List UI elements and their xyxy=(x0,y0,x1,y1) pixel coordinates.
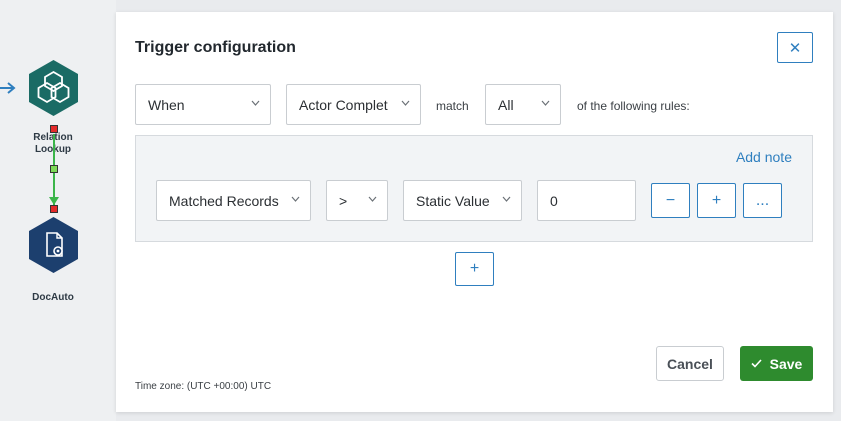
save-button-label: Save xyxy=(769,355,803,372)
when-select-value: When xyxy=(148,96,185,113)
rule-operator-value: > xyxy=(339,192,348,209)
when-select[interactable]: When xyxy=(135,84,271,125)
rule-field-value: Matched Records xyxy=(169,192,279,209)
rule-value-type-select[interactable]: Static Value xyxy=(403,180,522,221)
match-select-value: All xyxy=(498,96,514,113)
output-handle[interactable] xyxy=(50,125,58,133)
checkmark-icon xyxy=(751,359,762,368)
event-select-value: Actor Complet xyxy=(299,96,388,113)
cancel-button[interactable]: Cancel xyxy=(656,346,724,381)
match-label: match xyxy=(436,99,469,113)
add-condition-button[interactable]: + xyxy=(697,183,736,218)
rule-value-type-value: Static Value xyxy=(416,192,490,209)
rule-operator-select[interactable]: > xyxy=(326,180,388,221)
hexagon-link-icon xyxy=(29,60,78,116)
remove-rule-button[interactable]: − xyxy=(651,183,690,218)
timezone-info: Time zone: (UTC +00:00) UTC xyxy=(135,381,272,392)
save-button[interactable]: Save xyxy=(740,346,813,381)
close-button[interactable]: ✕ xyxy=(777,32,813,63)
chevron-down-icon xyxy=(401,100,410,106)
match-select[interactable]: All xyxy=(485,84,561,125)
trigger-configuration-modal: Trigger configuration ✕ When Actor Compl… xyxy=(116,12,833,412)
docauto-node[interactable] xyxy=(28,216,79,274)
connector-arrow-icon xyxy=(49,197,59,205)
rule-field-select[interactable]: Matched Records xyxy=(156,180,311,221)
rule-value-input[interactable] xyxy=(537,180,636,221)
chevron-down-icon xyxy=(541,100,550,106)
minus-icon: − xyxy=(665,191,676,209)
add-note-link[interactable]: Add note xyxy=(736,149,792,165)
connector-midpoint-handle[interactable] xyxy=(50,165,58,173)
incoming-arrow-icon xyxy=(0,82,16,94)
more-options-button[interactable]: ... xyxy=(743,183,782,218)
rules-suffix-label: of the following rules: xyxy=(577,99,690,113)
chevron-down-icon xyxy=(502,196,511,202)
docauto-label: DocAuto xyxy=(32,292,74,303)
close-icon: ✕ xyxy=(788,39,802,57)
modal-title: Trigger configuration xyxy=(135,39,296,56)
rules-panel: Add note Matched Records > Static Value … xyxy=(135,135,813,242)
event-select[interactable]: Actor Complet xyxy=(286,84,421,125)
document-gear-icon xyxy=(29,217,78,273)
chevron-down-icon xyxy=(251,100,260,106)
chevron-down-icon xyxy=(368,196,377,202)
plus-icon: + xyxy=(469,260,480,277)
chevron-down-icon xyxy=(291,196,300,202)
add-rule-button[interactable]: + xyxy=(455,252,494,286)
workflow-canvas: Relation Lookup DocAuto xyxy=(0,0,116,421)
relation-lookup-node[interactable] xyxy=(28,59,79,117)
input-handle[interactable] xyxy=(50,205,58,213)
ellipsis-icon: ... xyxy=(755,191,770,209)
plus-icon: + xyxy=(711,191,722,209)
